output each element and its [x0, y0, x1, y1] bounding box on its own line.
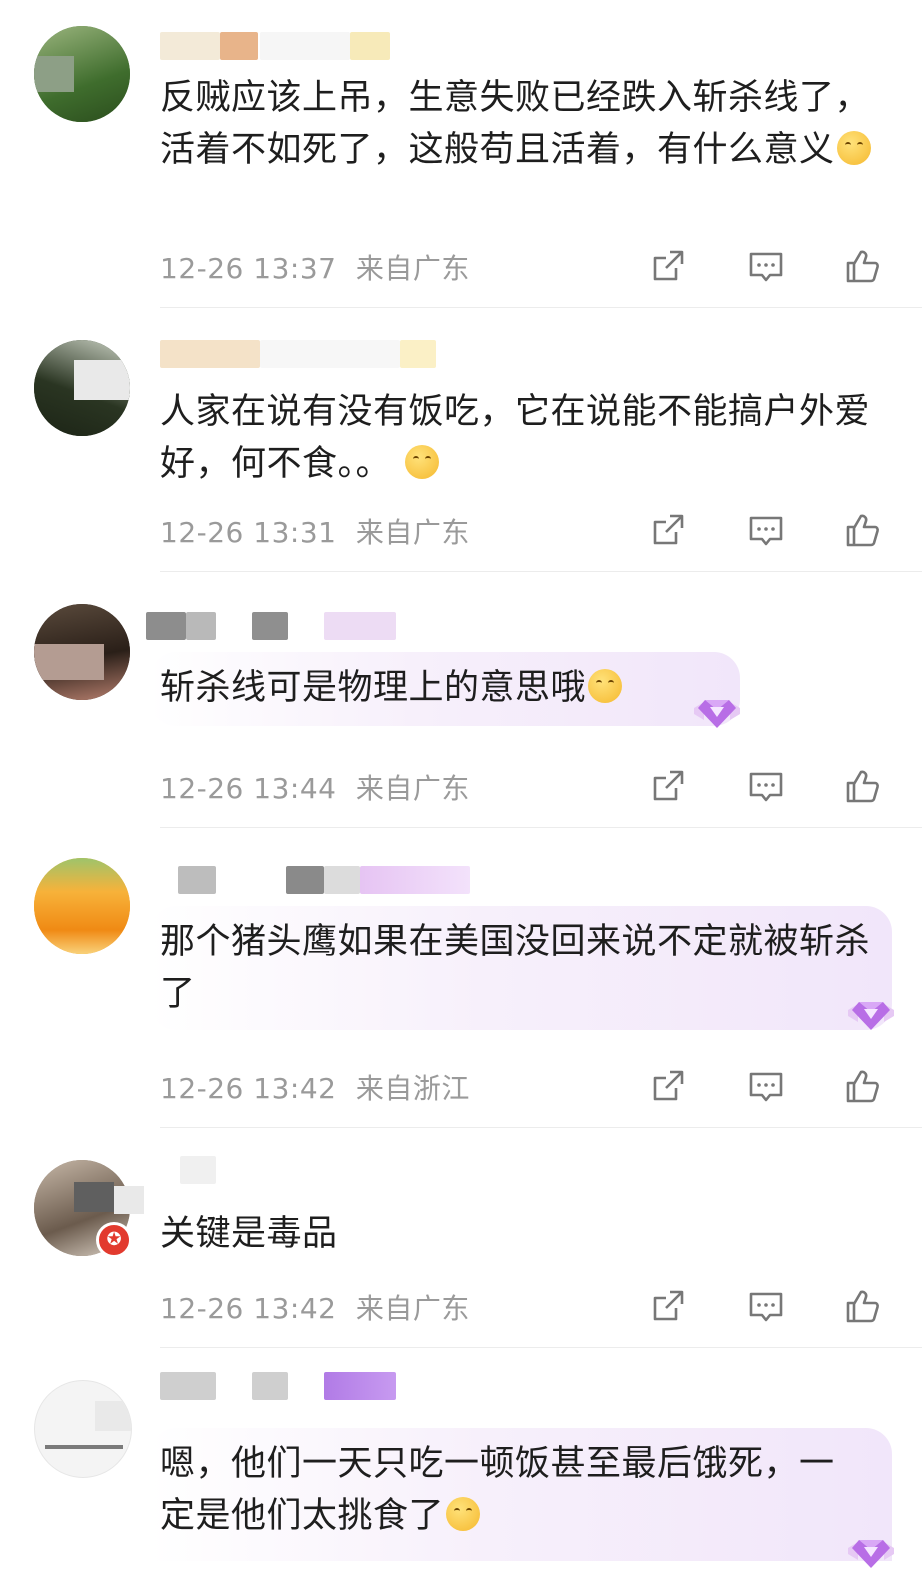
- thumbs-up-icon[interactable]: [842, 1286, 882, 1326]
- avatar[interactable]: [34, 858, 130, 954]
- comment-meta: 12-26 13:42 来自广东: [160, 1287, 470, 1327]
- divider: [160, 307, 922, 308]
- thumbs-up-icon[interactable]: [842, 766, 882, 806]
- thumbs-up-icon[interactable]: [842, 246, 882, 286]
- diamond-badge: [688, 690, 746, 734]
- comment-meta: 12-26 13:42 来自浙江: [160, 1067, 470, 1107]
- comment-actions: [648, 1066, 888, 1106]
- diamond-badge: [842, 992, 900, 1036]
- comment-meta: 12-26 13:44 来自广东: [160, 767, 470, 807]
- comment-time: 12-26 13:31: [160, 516, 337, 549]
- comment-meta: 12-26 13:37 来自广东: [160, 247, 470, 287]
- comment-icon[interactable]: [746, 1066, 786, 1106]
- diamond-badge: [842, 1530, 900, 1574]
- thumbs-up-icon[interactable]: [842, 510, 882, 550]
- verified-badge-icon: ✪: [96, 1222, 132, 1258]
- username-redacted[interactable]: [146, 612, 480, 642]
- comment-icon[interactable]: [746, 766, 786, 806]
- comment-time: 12-26 13:37: [160, 252, 337, 285]
- share-icon[interactable]: [648, 1066, 688, 1106]
- comment-text-content: 斩杀线可是物理上的意思哦: [160, 668, 587, 708]
- comment-text-content: 人家在说有没有饭吃，它在说能不能搞户外爱好，何不食。。: [160, 392, 871, 484]
- comment-text: 人家在说有没有饭吃，它在说能不能搞户外爱好，何不食。。: [160, 386, 900, 490]
- comment-location: 来自广东: [355, 252, 470, 285]
- avatar[interactable]: [34, 340, 130, 436]
- yum-emoji: [588, 669, 623, 703]
- comment-actions: [648, 766, 888, 806]
- comment-actions: [648, 510, 888, 550]
- comment-actions: [648, 1286, 888, 1326]
- avatar[interactable]: [34, 1380, 132, 1478]
- divider: [160, 1347, 922, 1348]
- thumbs-up-icon[interactable]: [842, 1066, 882, 1106]
- smirk-emoji: [446, 1497, 481, 1531]
- laugh-cry-emoji: [405, 445, 440, 479]
- comment-location: 来自广东: [355, 1292, 470, 1325]
- username-redacted[interactable]: [160, 866, 480, 896]
- comment-meta: 12-26 13:31 来自广东: [160, 511, 470, 551]
- divider: [160, 1127, 922, 1128]
- comment-time: 12-26 13:42: [160, 1292, 337, 1325]
- share-icon[interactable]: [648, 246, 688, 286]
- comment-location: 来自浙江: [355, 1072, 470, 1105]
- avatar[interactable]: [34, 604, 130, 700]
- comment-time: 12-26 13:44: [160, 772, 337, 805]
- grin-emoji: [836, 131, 871, 165]
- comment-icon[interactable]: [746, 510, 786, 550]
- comment-text: 关键是毒品: [160, 1208, 900, 1260]
- comment-text: 嗯，他们一天只吃一顿饭甚至最后饿死，一定是他们太挑食了: [160, 1438, 840, 1542]
- username-redacted[interactable]: [160, 1156, 480, 1186]
- comment-text: 反贼应该上吊，生意失败已经跌入斩杀线了，活着不如死了，这般苟且活着，有什么意义: [160, 72, 900, 176]
- username-redacted[interactable]: [160, 340, 480, 370]
- comment-location: 来自广东: [355, 516, 470, 549]
- comment-location: 来自广东: [355, 772, 470, 805]
- comment-text-content: 关键是毒品: [160, 1214, 338, 1254]
- share-icon[interactable]: [648, 1286, 688, 1326]
- comment-time: 12-26 13:42: [160, 1072, 337, 1105]
- comment-icon[interactable]: [746, 246, 786, 286]
- username-redacted[interactable]: [160, 32, 480, 62]
- comment-text-content: 嗯，他们一天只吃一顿饭甚至最后饿死，一定是他们太挑食了: [160, 1444, 835, 1536]
- divider: [160, 571, 922, 572]
- username-redacted[interactable]: [160, 1372, 480, 1402]
- avatar[interactable]: [34, 26, 130, 122]
- divider: [160, 827, 922, 828]
- comment-text-content: 那个猪头鹰如果在美国没回来说不定就被斩杀了: [160, 922, 871, 1014]
- comment-actions: [648, 246, 888, 286]
- comment-icon[interactable]: [746, 1286, 786, 1326]
- comment-text: 那个猪头鹰如果在美国没回来说不定就被斩杀了: [160, 916, 880, 1020]
- avatar[interactable]: ✪: [34, 1160, 144, 1258]
- comment-text: 斩杀线可是物理上的意思哦: [160, 662, 900, 714]
- share-icon[interactable]: [648, 510, 688, 550]
- comment-text-content: 反贼应该上吊，生意失败已经跌入斩杀线了，活着不如死了，这般苟且活着，有什么意义: [160, 78, 871, 170]
- share-icon[interactable]: [648, 766, 688, 806]
